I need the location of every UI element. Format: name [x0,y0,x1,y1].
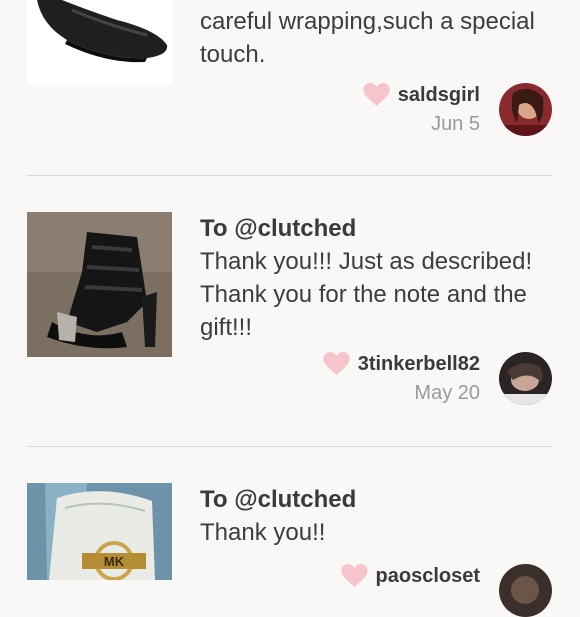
review-meta: saldsgirl Jun 5 [363,83,480,136]
listing-thumbnail[interactable] [27,0,172,84]
review-text: To @clutched Thank you!!! Just as descri… [200,212,560,344]
review-text: To @clutched Thank you!! [200,483,560,549]
user-avatar-icon[interactable] [499,83,552,136]
review-body: Thank you!! [200,519,326,546]
username-link[interactable]: 3tinkerbell82 [358,353,480,376]
review-date: Jun 5 [431,113,480,135]
review-date: May 20 [414,382,480,404]
review-meta: paoscloset [340,564,480,588]
svg-text:MK: MK [104,554,125,569]
divider [27,446,553,447]
black-heeled-sandal-icon [27,212,172,357]
mk-flat-shoe-icon: MK [27,483,172,580]
heart-icon[interactable] [323,352,350,376]
recipient-label[interactable]: To @clutched [200,483,560,516]
review-meta: 3tinkerbell82 May 20 [323,352,480,405]
review-body: Thank you!!! Just as described! Thank yo… [200,248,533,341]
listing-thumbnail[interactable] [27,212,172,357]
review-body: careful wrapping,such a special touch. [200,8,535,68]
divider [27,175,553,176]
review-card: careful wrapping,such a special touch. s… [0,0,580,175]
review-card: To @clutched Thank you!!! Just as descri… [0,212,580,446]
listing-thumbnail[interactable]: MK [27,483,172,580]
recipient-label[interactable]: To @clutched [200,212,560,245]
heart-icon[interactable] [340,564,368,588]
user-avatar-icon[interactable] [499,564,552,617]
review-card: MK To @clutched Thank you!! paoscloset [0,483,580,617]
black-loafer-shoe-icon [27,0,172,84]
username-link[interactable]: saldsgirl [398,84,480,107]
username-link[interactable]: paoscloset [376,565,480,588]
user-avatar-icon[interactable] [499,352,552,405]
review-text: careful wrapping,such a special touch. [200,5,560,71]
heart-icon[interactable] [363,83,390,107]
